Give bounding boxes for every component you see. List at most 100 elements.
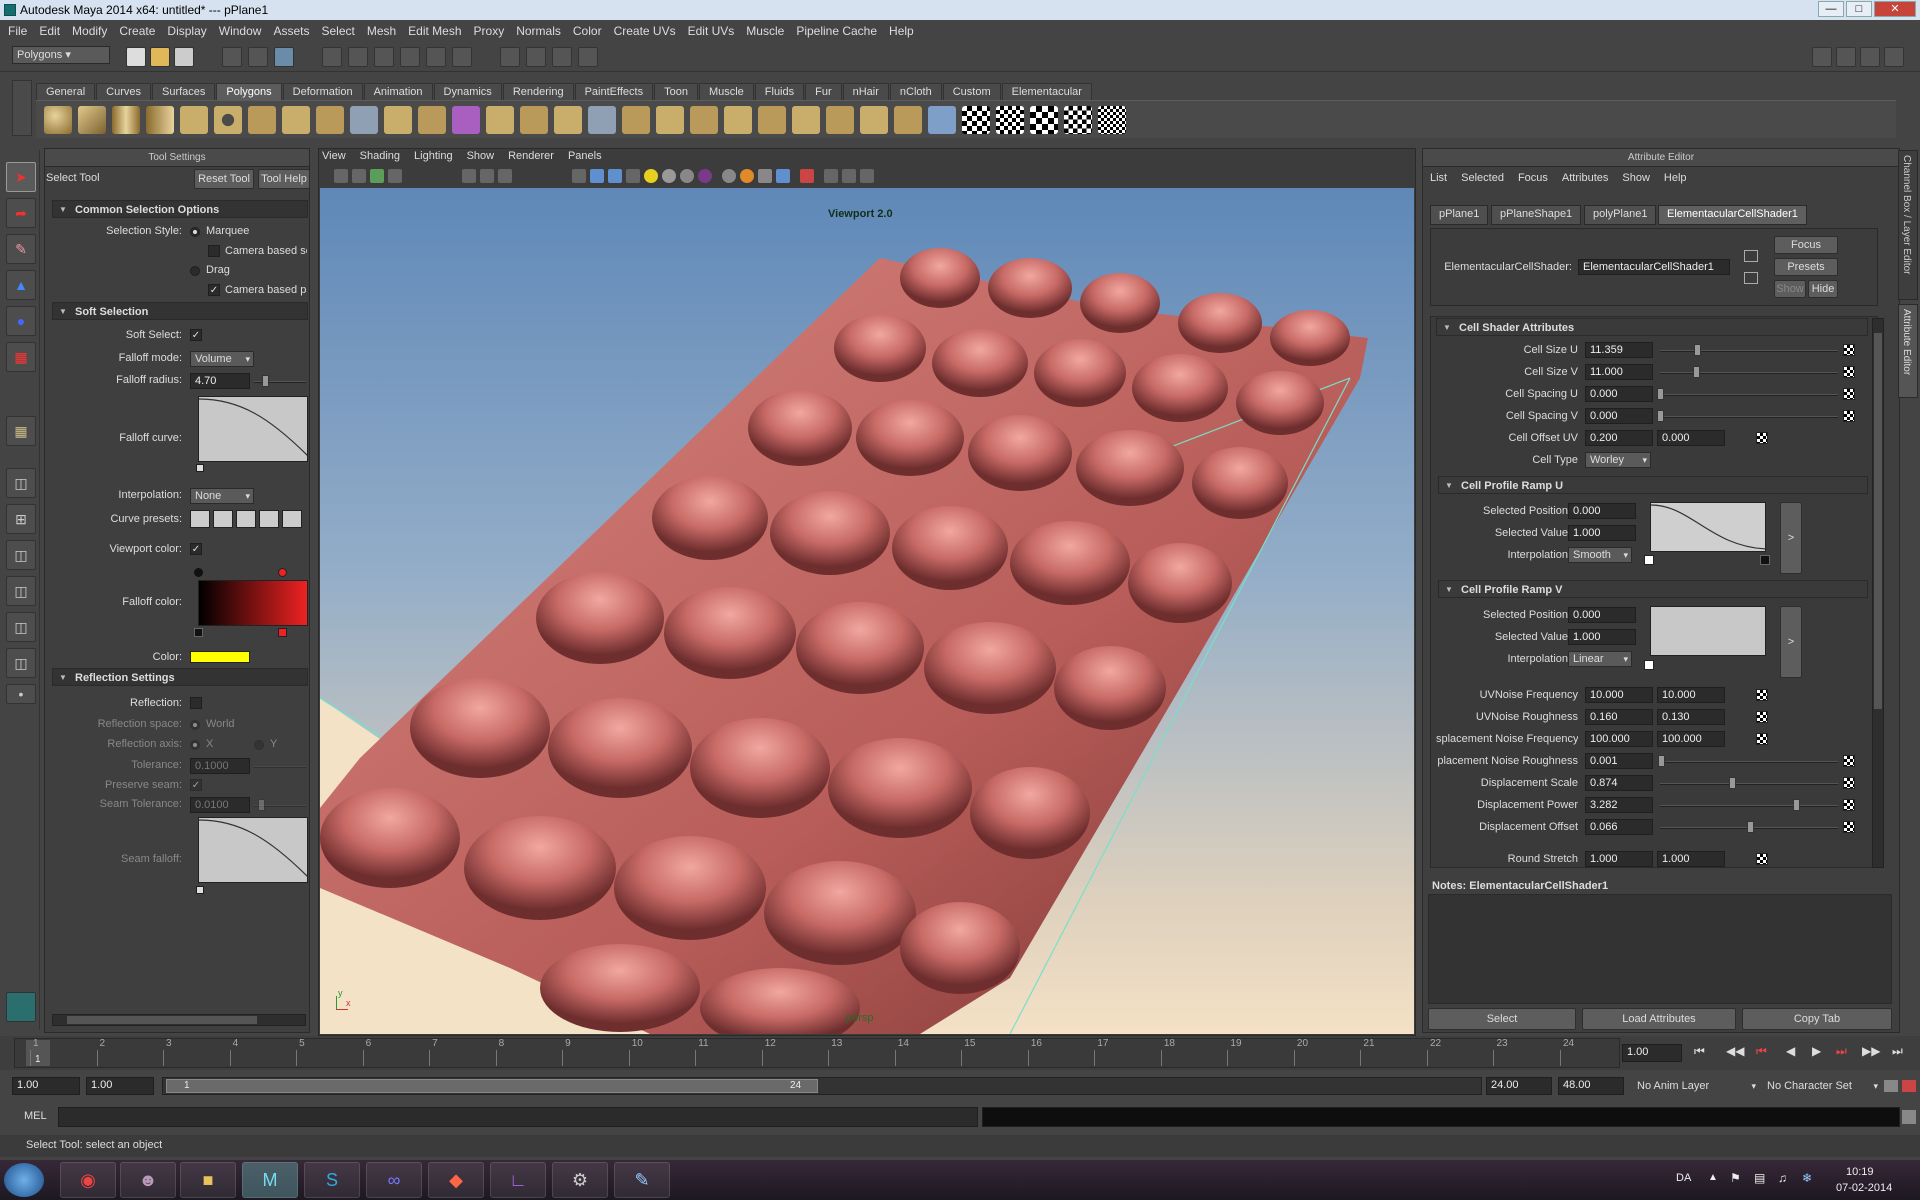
seam-curve-key-marker[interactable] (196, 886, 204, 894)
shelf-tab-custom[interactable]: Custom (942, 83, 1001, 100)
cell-size-u-field[interactable]: 11.359 (1585, 342, 1653, 358)
cell-profile-ramp-u-header[interactable]: Cell Profile Ramp U (1438, 476, 1868, 495)
tab-pplaneshape1[interactable]: pPlaneShape1 (1491, 205, 1582, 225)
displacement-power-map-icon[interactable] (1843, 799, 1855, 811)
chrome-icon[interactable]: ◉ (60, 1162, 116, 1198)
ipr-render-icon[interactable] (552, 47, 572, 67)
cell-size-v-field[interactable]: 11.000 (1585, 364, 1653, 380)
separate-icon[interactable] (384, 106, 412, 134)
viewport-color-checkbox[interactable]: ✓ (190, 543, 202, 555)
tolerance-slider[interactable] (254, 766, 306, 768)
skype-icon[interactable]: S (304, 1162, 360, 1198)
fill-hole-icon[interactable] (758, 106, 786, 134)
step-forward-key-icon[interactable]: ▶▶ (1862, 1044, 1880, 1058)
rotate-tool-icon[interactable]: ● (6, 306, 36, 336)
anim-layer-select[interactable]: No Anim Layer (1632, 1078, 1760, 1094)
resolution-gate-icon[interactable] (498, 169, 512, 183)
viewport-menu-shading[interactable]: Shading (360, 150, 400, 166)
menu-edit[interactable]: Edit (39, 24, 60, 38)
cell-spacing-v-knob[interactable] (1657, 410, 1664, 422)
poly-prism-icon[interactable] (248, 106, 276, 134)
ramp-u-key-end[interactable] (1760, 555, 1770, 565)
poly-pipe-icon[interactable] (282, 106, 310, 134)
visual-studio-icon[interactable]: ∟ (490, 1162, 546, 1198)
attr-menu-attributes[interactable]: Attributes (1562, 172, 1608, 184)
windows-start-icon[interactable] (4, 1163, 44, 1197)
animation-start-field[interactable]: 1.00 (12, 1077, 80, 1095)
file-explorer-icon[interactable]: ■ (180, 1162, 236, 1198)
attr-menu-help[interactable]: Help (1664, 172, 1687, 184)
playback-start-field[interactable]: 1.00 (86, 1077, 154, 1095)
menu-color[interactable]: Color (573, 24, 602, 38)
menu-select[interactable]: Select (321, 24, 354, 38)
axis-y-radio[interactable] (254, 740, 264, 750)
poly-torus-icon[interactable] (214, 106, 242, 134)
curve-preset-4-icon[interactable] (259, 510, 279, 528)
ramp-v-key-start[interactable] (1644, 660, 1654, 670)
smooth-shade-icon[interactable] (590, 169, 604, 183)
falloff-mode-select[interactable]: Volume (190, 351, 254, 367)
tolerance-field[interactable]: 0.1000 (190, 758, 250, 774)
displacement-scale-knob[interactable] (1729, 777, 1736, 789)
shelf-tab-surfaces[interactable]: Surfaces (151, 83, 216, 100)
displacement-power-field[interactable]: 3.282 (1585, 797, 1653, 813)
menu-modify[interactable]: Modify (72, 24, 107, 38)
select-hierarchy-icon[interactable] (222, 47, 242, 67)
insert-edge-loop-icon[interactable] (622, 106, 650, 134)
shelf-tab-nhair[interactable]: nHair (842, 83, 889, 100)
attr-menu-list[interactable]: List (1430, 172, 1447, 184)
render-settings-icon[interactable] (578, 47, 598, 67)
menu-pipeline-cache[interactable]: Pipeline Cache (796, 24, 877, 38)
play-backwards-icon[interactable]: ◀ (1786, 1044, 1795, 1058)
toggle-attribute-editor-icon[interactable] (1836, 47, 1856, 67)
reset-tool-button[interactable]: Reset Tool (194, 169, 254, 189)
menu-create[interactable]: Create (119, 24, 155, 38)
cell-spacing-u-map-icon[interactable] (1843, 388, 1855, 400)
four-view-layout-icon[interactable]: ⊞ (6, 504, 36, 534)
cell-offset-u-field[interactable]: 0.200 (1585, 430, 1653, 446)
shelf-tab-curves[interactable]: Curves (96, 83, 151, 100)
axis-x-radio[interactable] (190, 740, 200, 750)
cell-spacing-u-slider[interactable] (1660, 394, 1838, 396)
minimize-button[interactable]: — (1818, 1, 1844, 17)
paint-icon[interactable]: ✎ (614, 1162, 670, 1198)
extrude-icon[interactable] (486, 106, 514, 134)
displacement-scale-slider[interactable] (1660, 783, 1838, 785)
falloff-radius-field[interactable]: 4.70 (190, 373, 250, 389)
viewport-menu-show[interactable]: Show (467, 150, 495, 166)
cell-type-select[interactable]: Worley (1585, 452, 1651, 468)
poly-helix-icon[interactable] (316, 106, 344, 134)
snap-point-icon[interactable] (374, 47, 394, 67)
auto-key-icon[interactable] (1884, 1080, 1898, 1092)
cell-shader-attributes-header[interactable]: Cell Shader Attributes (1436, 318, 1868, 337)
displacement-offset-map-icon[interactable] (1843, 821, 1855, 833)
poly-cone-icon[interactable] (146, 106, 174, 134)
falloff-color-end-key[interactable] (278, 568, 287, 577)
menu-proxy[interactable]: Proxy (474, 24, 505, 38)
merge-icon[interactable] (724, 106, 752, 134)
curve-preset-2-icon[interactable] (213, 510, 233, 528)
render-frame-icon[interactable] (526, 47, 546, 67)
drag-radio[interactable] (190, 266, 200, 276)
cell-size-v-slider[interactable] (1660, 372, 1838, 374)
displacement-noise-roughness-knob[interactable] (1658, 755, 1665, 767)
snap-surface-icon[interactable] (426, 47, 446, 67)
seam-falloff-graph[interactable] (198, 817, 308, 883)
cell-spacing-v-slider[interactable] (1660, 416, 1838, 418)
current-time-field[interactable]: 1.00 (1622, 1044, 1682, 1062)
textured-icon[interactable] (662, 169, 676, 183)
color-swatch[interactable] (190, 651, 250, 663)
cell-profile-ramp-v-header[interactable]: Cell Profile Ramp V (1438, 580, 1868, 599)
attr-menu-show[interactable]: Show (1622, 172, 1650, 184)
quadrangulate-icon[interactable] (826, 106, 854, 134)
maya-home-icon[interactable] (6, 992, 36, 1022)
curve-key-marker[interactable] (196, 464, 204, 472)
marquee-radio[interactable] (190, 227, 200, 237)
tray-arrow-icon[interactable]: ▲ (1708, 1172, 1718, 1183)
displacement-noise-frequency-map-icon[interactable] (1756, 733, 1768, 745)
channel-box-side-tab[interactable]: Channel Box / Layer Editor (1898, 150, 1918, 300)
new-scene-icon[interactable] (126, 47, 146, 67)
uvnoise-roughness-map-icon[interactable] (1756, 711, 1768, 723)
cell-size-u-knob[interactable] (1694, 344, 1701, 356)
tray-network-icon[interactable]: ▤ (1754, 1171, 1765, 1185)
